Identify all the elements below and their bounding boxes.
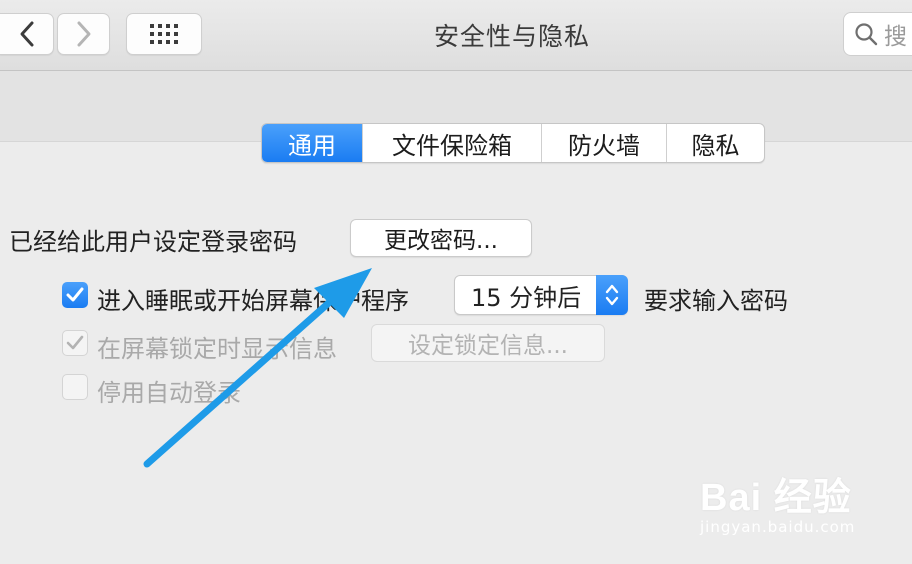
require-password-label: 进入睡眠或开始屏幕保护程序 (97, 287, 409, 315)
window-toolbar: 安全性与隐私 搜 (0, 0, 912, 71)
checkmark-icon (66, 335, 84, 350)
tab-general[interactable]: 通用 (262, 124, 362, 162)
set-lock-message-button[interactable]: 设定锁定信息... (371, 324, 605, 362)
search-placeholder: 搜 (884, 24, 907, 50)
require-password-checkbox[interactable] (62, 282, 88, 308)
grid-icon (150, 24, 178, 44)
tab-bar: 通用 文件保险箱 防火墙 隐私 (261, 123, 765, 163)
tab-filevault[interactable]: 文件保险箱 (362, 124, 541, 162)
tab-privacy[interactable]: 隐私 (666, 124, 764, 162)
back-button[interactable] (0, 13, 54, 55)
password-delay-select[interactable]: 15 分钟后 (454, 275, 628, 315)
require-password-suffix: 要求输入密码 (644, 287, 788, 315)
checkmark-icon (66, 287, 84, 302)
watermark-logo-text: Bai 经验 (700, 477, 852, 519)
show-message-label: 在屏幕锁定时显示信息 (97, 335, 337, 363)
search-icon (855, 23, 878, 46)
change-password-button[interactable]: 更改密码... (350, 219, 532, 257)
chevron-right-icon (77, 21, 90, 47)
window-title: 安全性与隐私 (433, 22, 590, 51)
select-stepper (596, 275, 628, 315)
forward-button[interactable] (57, 13, 110, 55)
show-message-checkbox[interactable] (62, 330, 88, 356)
disable-auto-login-checkbox[interactable] (62, 374, 88, 400)
tab-firewall[interactable]: 防火墙 (541, 124, 666, 162)
disable-auto-login-label: 停用自动登录 (97, 379, 241, 407)
search-field[interactable]: 搜 (843, 12, 912, 56)
show-all-button[interactable] (126, 13, 202, 55)
password-set-label: 已经给此用户设定登录密码 (9, 228, 297, 256)
watermark-url: jingyan.baidu.com (700, 518, 856, 536)
updown-chevron-icon (605, 284, 619, 306)
baidu-watermark: Bai 经验 jingyan.baidu.com (700, 466, 854, 536)
chevron-left-icon (20, 21, 33, 47)
password-delay-value: 15 分钟后 (471, 283, 582, 312)
